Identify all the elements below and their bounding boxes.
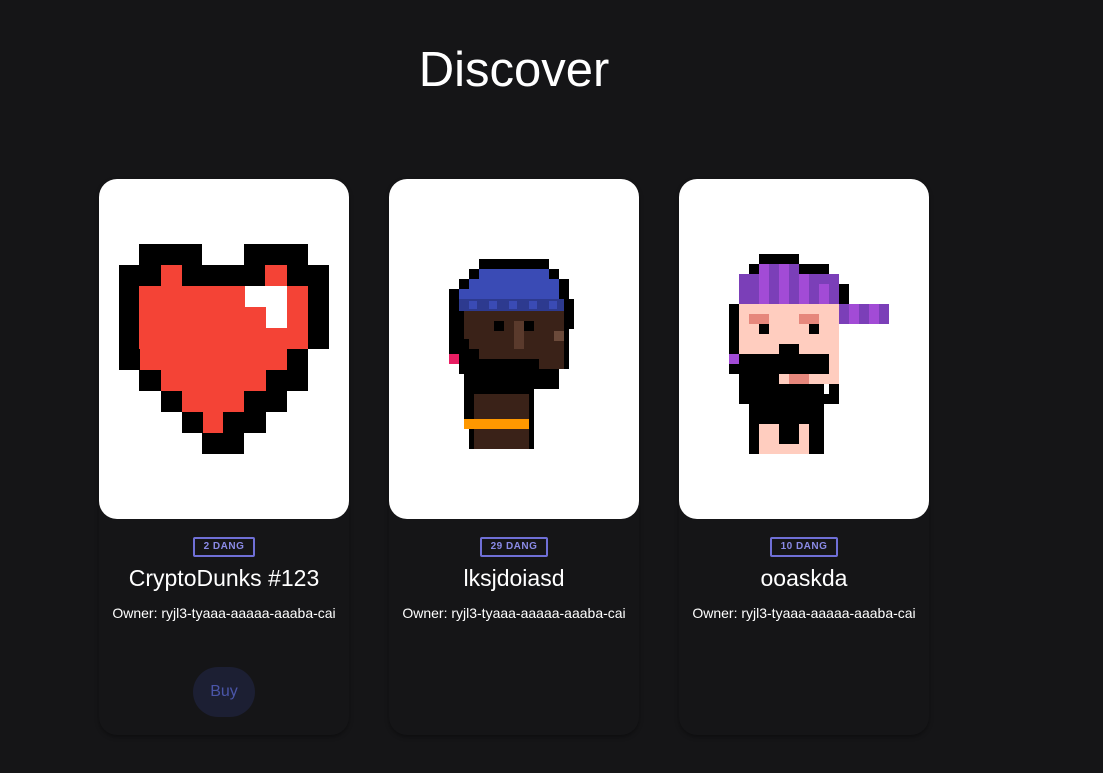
owner-label: Owner: ryjl3-tyaaa-aaaaa-aaaba-cai	[402, 605, 626, 621]
pixel-heart-image	[119, 244, 329, 454]
buy-button[interactable]: Buy	[193, 667, 255, 717]
nft-name: lksjdoiasd	[463, 565, 565, 591]
nft-card[interactable]: 10 DANG ooaskda Owner: ryjl3-tyaaa-aaaaa…	[679, 179, 929, 735]
nft-image[interactable]	[389, 179, 639, 519]
nft-card[interactable]: 2 DANG CryptoDunks #123 Owner: ryjl3-tya…	[99, 179, 349, 735]
nft-image[interactable]	[99, 179, 349, 519]
owner-label: Owner: ryjl3-tyaaa-aaaaa-aaaba-cai	[112, 605, 336, 621]
owner-label: Owner: ryjl3-tyaaa-aaaaa-aaaba-cai	[692, 605, 916, 621]
price-badge: 2 DANG	[192, 537, 256, 557]
nft-grid: 2 DANG CryptoDunks #123 Owner: ryjl3-tya…	[99, 179, 929, 735]
price-badge: 29 DANG	[479, 537, 549, 557]
price-badge: 10 DANG	[769, 537, 839, 557]
discover-page: Discover 2 DANG CryptoDunks #123 Owner: …	[0, 0, 1103, 773]
page-title: Discover	[418, 43, 610, 97]
nft-image[interactable]	[679, 179, 929, 519]
pixel-punk-beanie-image	[449, 259, 574, 449]
nft-card[interactable]: 29 DANG lksjdoiasd Owner: ryjl3-tyaaa-aa…	[389, 179, 639, 735]
nft-name: ooaskda	[760, 565, 848, 591]
nft-name: CryptoDunks #123	[128, 565, 320, 591]
pixel-punk-cap-image	[729, 254, 889, 454]
